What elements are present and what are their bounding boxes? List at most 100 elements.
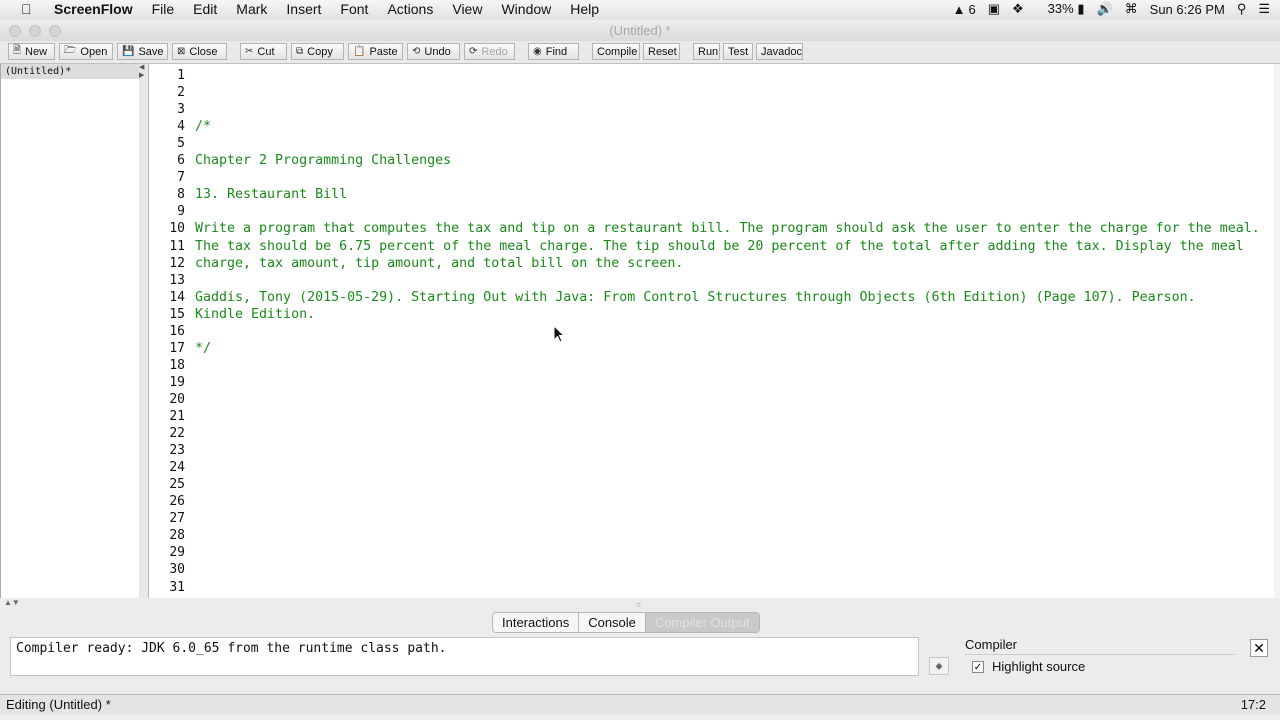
undo-button[interactable]: ⟲ Undo <box>407 43 460 60</box>
horizontal-splitter[interactable]: ▲▼ ○ <box>0 598 1280 612</box>
compiler-label: Compiler <box>965 637 1018 652</box>
wifi-icon[interactable]: ⌘ <box>1125 1 1138 17</box>
macos-menu-bar:  ScreenFlow File Edit Mark Insert Font … <box>0 0 1280 21</box>
spotlight-search-icon[interactable]: ⚲ <box>1237 1 1247 17</box>
compile-button[interactable]: Compile <box>592 43 640 60</box>
javadoc-button[interactable]: Javadoc <box>756 43 803 60</box>
menu-font[interactable]: Font <box>340 1 368 17</box>
open-label: Open <box>80 45 108 58</box>
status-mode: Editing (Untitled) * <box>6 697 111 712</box>
tab-compiler-output[interactable]: Compiler Output <box>645 613 759 632</box>
notification-list-icon[interactable]: ☰ <box>1258 1 1270 17</box>
compiler-divider <box>965 654 1235 655</box>
menu-mark[interactable]: Mark <box>236 1 267 17</box>
menu-edit[interactable]: Edit <box>193 1 217 17</box>
document-list: (Untitled)* <box>0 64 140 598</box>
find-label: Find <box>545 45 568 58</box>
line-number: 10 <box>169 221 185 237</box>
copy-button[interactable]: ⧉ Copy <box>291 43 344 60</box>
editor-scrollbar[interactable] <box>1274 64 1280 598</box>
line-number: 28 <box>169 528 185 544</box>
tab-interactions[interactable]: Interactions <box>493 613 580 632</box>
code-editor[interactable]: 1 2 3 4 5 6 7 8 9 10 11 12 13 14 15 16 17 18 19 20 21 22 23 24 2… <box>148 64 1275 598</box>
toolbar: 🗎 New 🗁 Open 💾 Save ⊠ Close ✂ Cut ⧉ Copy 📋 Past… <box>0 41 1280 64</box>
clipboard-icon: 📋 <box>353 46 366 57</box>
line-number: 6 <box>177 153 185 169</box>
dropbox-icon[interactable]: ❖ <box>1012 1 1024 17</box>
menu-app-name[interactable]: ScreenFlow <box>54 1 133 17</box>
line-number: 3 <box>177 102 185 118</box>
open-folder-icon: 🗁 <box>64 45 77 56</box>
code-line[interactable]: Write a program that computes the tax an… <box>195 221 1260 236</box>
collapse-arrows-icon[interactable]: ◀ ▶ <box>139 64 144 80</box>
app-menus: ScreenFlow File Edit Mark Insert Font Ac… <box>54 1 618 17</box>
line-number: 22 <box>169 426 185 442</box>
open-button[interactable]: 🗁 Open <box>59 43 113 60</box>
undo-icon: ⟲ <box>412 46 421 57</box>
save-icon: 💾 <box>122 46 135 57</box>
run-button[interactable]: Run <box>693 43 720 60</box>
code-line[interactable]: charge, tax amount, tip amount, and tota… <box>195 256 683 271</box>
find-button[interactable]: ◉ Find <box>528 43 579 60</box>
javadoc-label: Javadoc <box>761 45 802 58</box>
menu-help[interactable]: Help <box>570 1 599 17</box>
compiler-toggle-icon[interactable]: ⬥ <box>929 657 949 675</box>
line-number: 4 <box>177 119 185 135</box>
line-number: 14 <box>169 289 185 305</box>
line-number: 18 <box>169 357 185 373</box>
save-button[interactable]: 💾 Save <box>117 43 168 60</box>
code-line[interactable]: The tax should be 6.75 percent of the me… <box>195 239 1244 254</box>
volume-icon[interactable]: 🔊 <box>1096 1 1112 17</box>
console-output[interactable]: Compiler ready: JDK 6.0_65 from the runt… <box>10 637 919 676</box>
document-item[interactable]: (Untitled)* <box>1 64 139 79</box>
menu-file[interactable]: File <box>152 1 175 17</box>
line-number: 25 <box>169 477 185 493</box>
window-title: (Untitled) * <box>609 23 671 38</box>
close-label: Close <box>189 45 218 58</box>
code-line[interactable]: Chapter 2 Programming Challenges <box>195 153 451 168</box>
new-button[interactable]: 🗎 New <box>8 43 55 60</box>
line-number: 8 <box>177 187 185 203</box>
cut-button[interactable]: ✂ Cut <box>240 43 287 60</box>
save-label: Save <box>138 45 164 58</box>
line-number: 5 <box>177 136 185 152</box>
clock[interactable]: Sun 6:26 PM <box>1150 2 1225 17</box>
line-number: 26 <box>169 494 185 510</box>
grip-icon[interactable]: ○ <box>636 600 641 609</box>
highlight-source-label: Highlight source <box>992 659 1086 674</box>
code-line[interactable]: Kindle Edition. <box>195 307 315 322</box>
paste-button[interactable]: 📋 Paste <box>348 43 403 60</box>
close-panel-button[interactable]: ✕ <box>1250 639 1268 657</box>
new-label: New <box>25 45 48 58</box>
menu-actions[interactable]: Actions <box>387 1 433 17</box>
line-number: 27 <box>169 511 185 527</box>
code-line[interactable]: */ <box>195 341 211 356</box>
menu-insert[interactable]: Insert <box>286 1 321 17</box>
code-line[interactable]: 13. Restaurant Bill <box>195 187 347 202</box>
line-number: 7 <box>177 170 185 186</box>
vertical-splitter[interactable]: ◀ ▶ <box>139 64 147 598</box>
menu-window[interactable]: Window <box>501 1 551 17</box>
battery-indicator[interactable]: 33% ▮ <box>1036 1 1085 17</box>
reset-label: Reset <box>648 45 677 58</box>
screen-record-icon[interactable]: ▣ <box>988 1 1000 17</box>
adobe-icon[interactable]: ▲ 6 <box>953 2 976 17</box>
mouse-pointer-icon <box>553 325 565 343</box>
tab-console[interactable]: Console <box>579 613 646 632</box>
close-button[interactable]: ⊠ Close <box>172 43 227 60</box>
highlight-source-checkbox[interactable]: ✓ <box>972 661 984 673</box>
line-number: 23 <box>169 443 185 459</box>
cursor-position: 17:2 <box>1240 697 1266 712</box>
code-line[interactable]: Gaddis, Tony (2015-05-29). Starting Out … <box>195 290 1196 305</box>
line-number: 17 <box>169 340 185 356</box>
apple-icon[interactable]:  <box>21 1 32 17</box>
resize-arrows-icon[interactable]: ▲▼ <box>4 598 20 607</box>
reset-button[interactable]: Reset <box>643 43 680 60</box>
line-number: 21 <box>169 409 185 424</box>
redo-button[interactable]: ⟳ Redo <box>464 43 515 60</box>
menu-view[interactable]: View <box>452 1 482 17</box>
test-button[interactable]: Test <box>723 43 753 60</box>
redo-icon: ⟳ <box>469 46 478 57</box>
code-line[interactable]: /* <box>195 119 211 134</box>
line-number: 12 <box>169 255 185 271</box>
